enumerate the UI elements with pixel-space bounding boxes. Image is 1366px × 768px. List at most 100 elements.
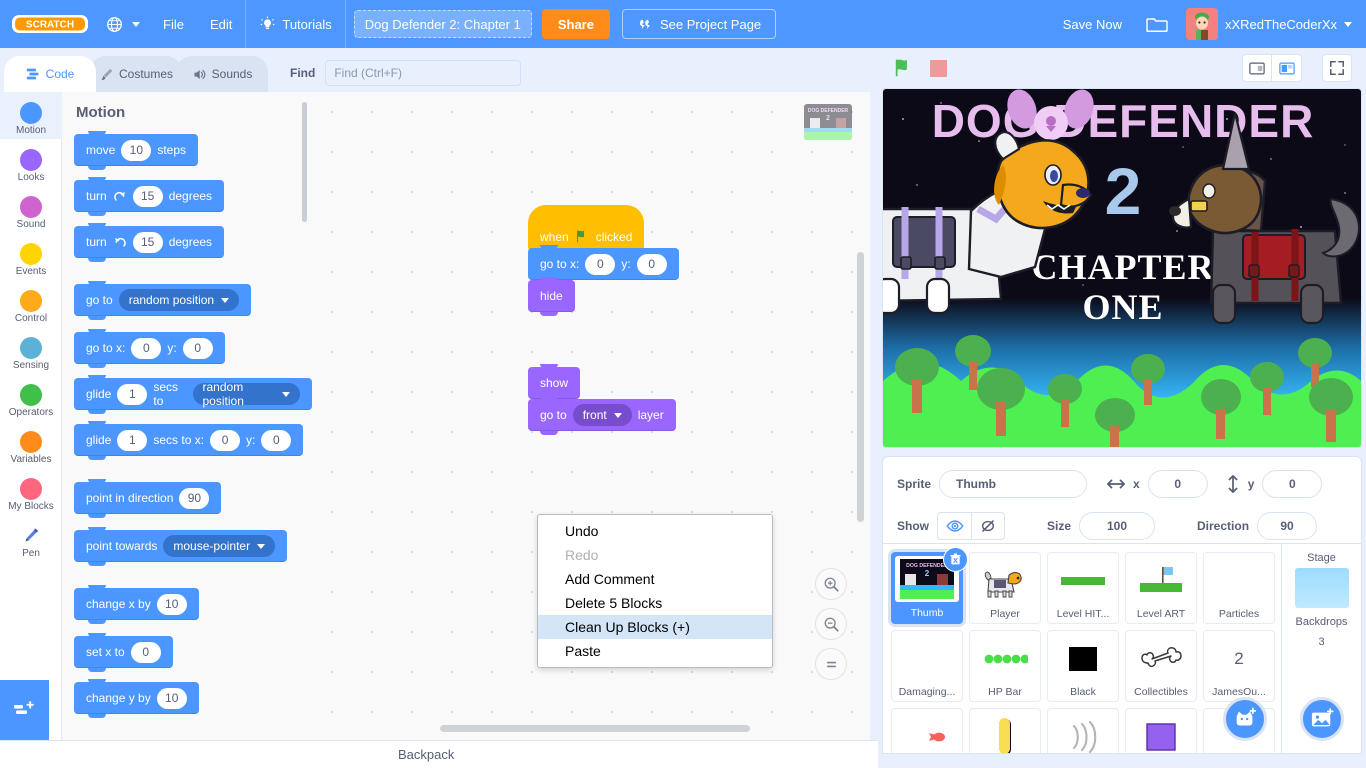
zoom-out-button[interactable]: [815, 608, 847, 640]
sprite-list[interactable]: DOG DEFENDER 2 Thumb Player Level HIT...…: [882, 544, 1282, 754]
category-motion[interactable]: Motion: [0, 92, 62, 139]
script-block-show[interactable]: show: [528, 364, 581, 403]
add-extension-button[interactable]: [0, 680, 49, 740]
sprite-item-level-art[interactable]: Level ART: [1125, 552, 1197, 624]
show-toggle[interactable]: [937, 512, 1005, 540]
workspace-horizontal-scrollbar[interactable]: [440, 725, 750, 732]
stage-selector-column[interactable]: Stage Backdrops 3: [1282, 544, 1362, 754]
block-go-to-random[interactable]: go to random position: [74, 281, 252, 320]
context-menu-item-delete-blocks[interactable]: Delete 5 Blocks: [538, 591, 772, 615]
sprite-item-laser[interactable]: Laser: [891, 708, 963, 753]
block-set-x-to[interactable]: set x to 0: [74, 633, 173, 672]
sprite-item-thumb[interactable]: DOG DEFENDER 2 Thumb: [891, 547, 968, 624]
dropdown-target[interactable]: random position: [192, 380, 300, 408]
backpack-bar[interactable]: Backpack: [0, 740, 878, 768]
direction-input[interactable]: 90: [179, 487, 210, 509]
fullscreen-button[interactable]: [1322, 54, 1352, 82]
sprite-item-collectibles[interactable]: Collectibles: [1125, 630, 1197, 702]
number-input[interactable]: 0: [130, 641, 161, 663]
dropdown-target[interactable]: mouse-pointer: [163, 535, 276, 557]
add-backdrop-button[interactable]: [1299, 697, 1344, 741]
dropdown-target[interactable]: random position: [118, 289, 240, 311]
sprite-name-input[interactable]: Thumb: [939, 470, 1088, 498]
sprite-item-bite[interactable]: Bite: [1125, 708, 1197, 753]
y-input[interactable]: 0: [182, 337, 213, 359]
stop-button[interactable]: [930, 59, 947, 77]
number-input[interactable]: 15: [132, 231, 163, 253]
account-menu[interactable]: xXRedTheCoderXx: [1178, 8, 1366, 40]
stage-canvas[interactable]: DOG DEFENDER 2 CHAPTER ONE: [882, 88, 1362, 448]
x-input[interactable]: 0: [210, 429, 241, 451]
project-title-input[interactable]: Dog Defender 2: Chapter 1: [353, 10, 532, 38]
sprite-item-jamesou[interactable]: 2 JamesOu...: [1203, 630, 1275, 702]
sprite-item-bar[interactable]: Bar: [969, 708, 1041, 753]
x-input[interactable]: 0: [585, 253, 616, 275]
block-palette[interactable]: Motion move 10 steps turn 15 degrees tur…: [62, 92, 312, 740]
zoom-in-button[interactable]: [815, 568, 847, 600]
sprite-item-back[interactable]: Back: [1047, 708, 1119, 753]
context-menu-item-undo[interactable]: Undo: [538, 519, 772, 543]
add-sprite-button[interactable]: [1223, 697, 1267, 741]
block-change-y-by[interactable]: change y by 10: [74, 679, 199, 718]
sprite-item-particles[interactable]: Particles: [1203, 552, 1275, 624]
block-glide-secs-to-xy[interactable]: glide 1 secs to x: 0 y: 0: [74, 421, 304, 460]
category-events[interactable]: Events: [0, 233, 62, 280]
sprite-item-hp-bar[interactable]: HP Bar: [969, 630, 1041, 702]
context-menu-item-paste[interactable]: Paste: [538, 639, 772, 663]
sprite-item-damaging[interactable]: Damaging...: [891, 630, 963, 702]
tab-code[interactable]: Code: [4, 56, 96, 92]
menu-edit[interactable]: Edit: [197, 0, 245, 48]
block-point-in-direction[interactable]: point in direction 90: [74, 479, 222, 518]
category-control[interactable]: Control: [0, 280, 62, 327]
sprite-item-player[interactable]: Player: [969, 552, 1041, 624]
category-my-blocks[interactable]: My Blocks: [0, 468, 62, 515]
show-off-button[interactable]: [971, 513, 1004, 539]
sprite-item-black[interactable]: Black: [1047, 630, 1119, 702]
context-menu-item-clean-up-blocks[interactable]: Clean Up Blocks (+): [538, 615, 772, 639]
large-stage-button[interactable]: [1272, 54, 1302, 82]
sprite-size-input[interactable]: 100: [1079, 512, 1156, 540]
script-block-hide[interactable]: hide: [528, 277, 575, 316]
script-block-go-to-front-layer[interactable]: go to front layer: [528, 396, 676, 435]
number-input[interactable]: 10: [121, 139, 152, 161]
show-on-button[interactable]: [938, 513, 971, 539]
share-button[interactable]: Share: [541, 9, 610, 39]
sprite-item-level-hitbox[interactable]: Level HIT...: [1047, 552, 1119, 624]
delete-sprite-button[interactable]: [943, 547, 968, 572]
my-stuff-button[interactable]: [1136, 14, 1178, 34]
number-input[interactable]: 15: [132, 185, 163, 207]
sprite-x-input[interactable]: 0: [1147, 470, 1208, 498]
sprite-direction-input[interactable]: 90: [1257, 512, 1318, 540]
zoom-reset-button[interactable]: [815, 648, 847, 680]
block-go-to-xy[interactable]: go to x: 0 y: 0: [74, 329, 225, 368]
context-menu-item-add-comment[interactable]: Add Comment: [538, 567, 772, 591]
category-variables[interactable]: Variables: [0, 421, 62, 468]
category-operators[interactable]: Operators: [0, 374, 62, 421]
number-input[interactable]: 10: [156, 687, 187, 709]
category-pen[interactable]: Pen: [0, 515, 62, 562]
block-glide-secs-to[interactable]: glide 1 secs to random position: [74, 375, 312, 414]
secs-input[interactable]: 1: [117, 429, 148, 451]
script-block-go-to-xy[interactable]: go to x: 0 y: 0: [528, 245, 679, 284]
green-flag-button[interactable]: [892, 56, 916, 80]
category-sensing[interactable]: Sensing: [0, 327, 62, 374]
number-input[interactable]: 10: [156, 593, 187, 615]
search-input[interactable]: Find (Ctrl+F): [325, 60, 522, 86]
menu-tutorials[interactable]: Tutorials: [246, 0, 344, 48]
y-input[interactable]: 0: [261, 429, 292, 451]
palette-scrollbar[interactable]: [302, 102, 307, 222]
workspace-context-menu[interactable]: Undo Redo Add Comment Delete 5 Blocks Cl…: [537, 514, 773, 668]
workspace-vertical-scrollbar[interactable]: [857, 252, 864, 522]
save-now-button[interactable]: Save Now: [1049, 0, 1136, 48]
block-turn-right-degrees[interactable]: turn 15 degrees: [74, 177, 225, 216]
tab-sounds[interactable]: Sounds: [176, 56, 268, 92]
block-point-towards[interactable]: point towards mouse-pointer: [74, 527, 288, 566]
small-stage-button[interactable]: [1242, 54, 1272, 82]
block-turn-left-degrees[interactable]: turn 15 degrees: [74, 223, 225, 262]
secs-input[interactable]: 1: [117, 383, 148, 405]
category-sound[interactable]: Sound: [0, 186, 62, 233]
menu-file[interactable]: File: [150, 0, 197, 48]
x-input[interactable]: 0: [131, 337, 162, 359]
dropdown-layer[interactable]: front: [572, 404, 632, 426]
language-menu[interactable]: [90, 0, 150, 48]
